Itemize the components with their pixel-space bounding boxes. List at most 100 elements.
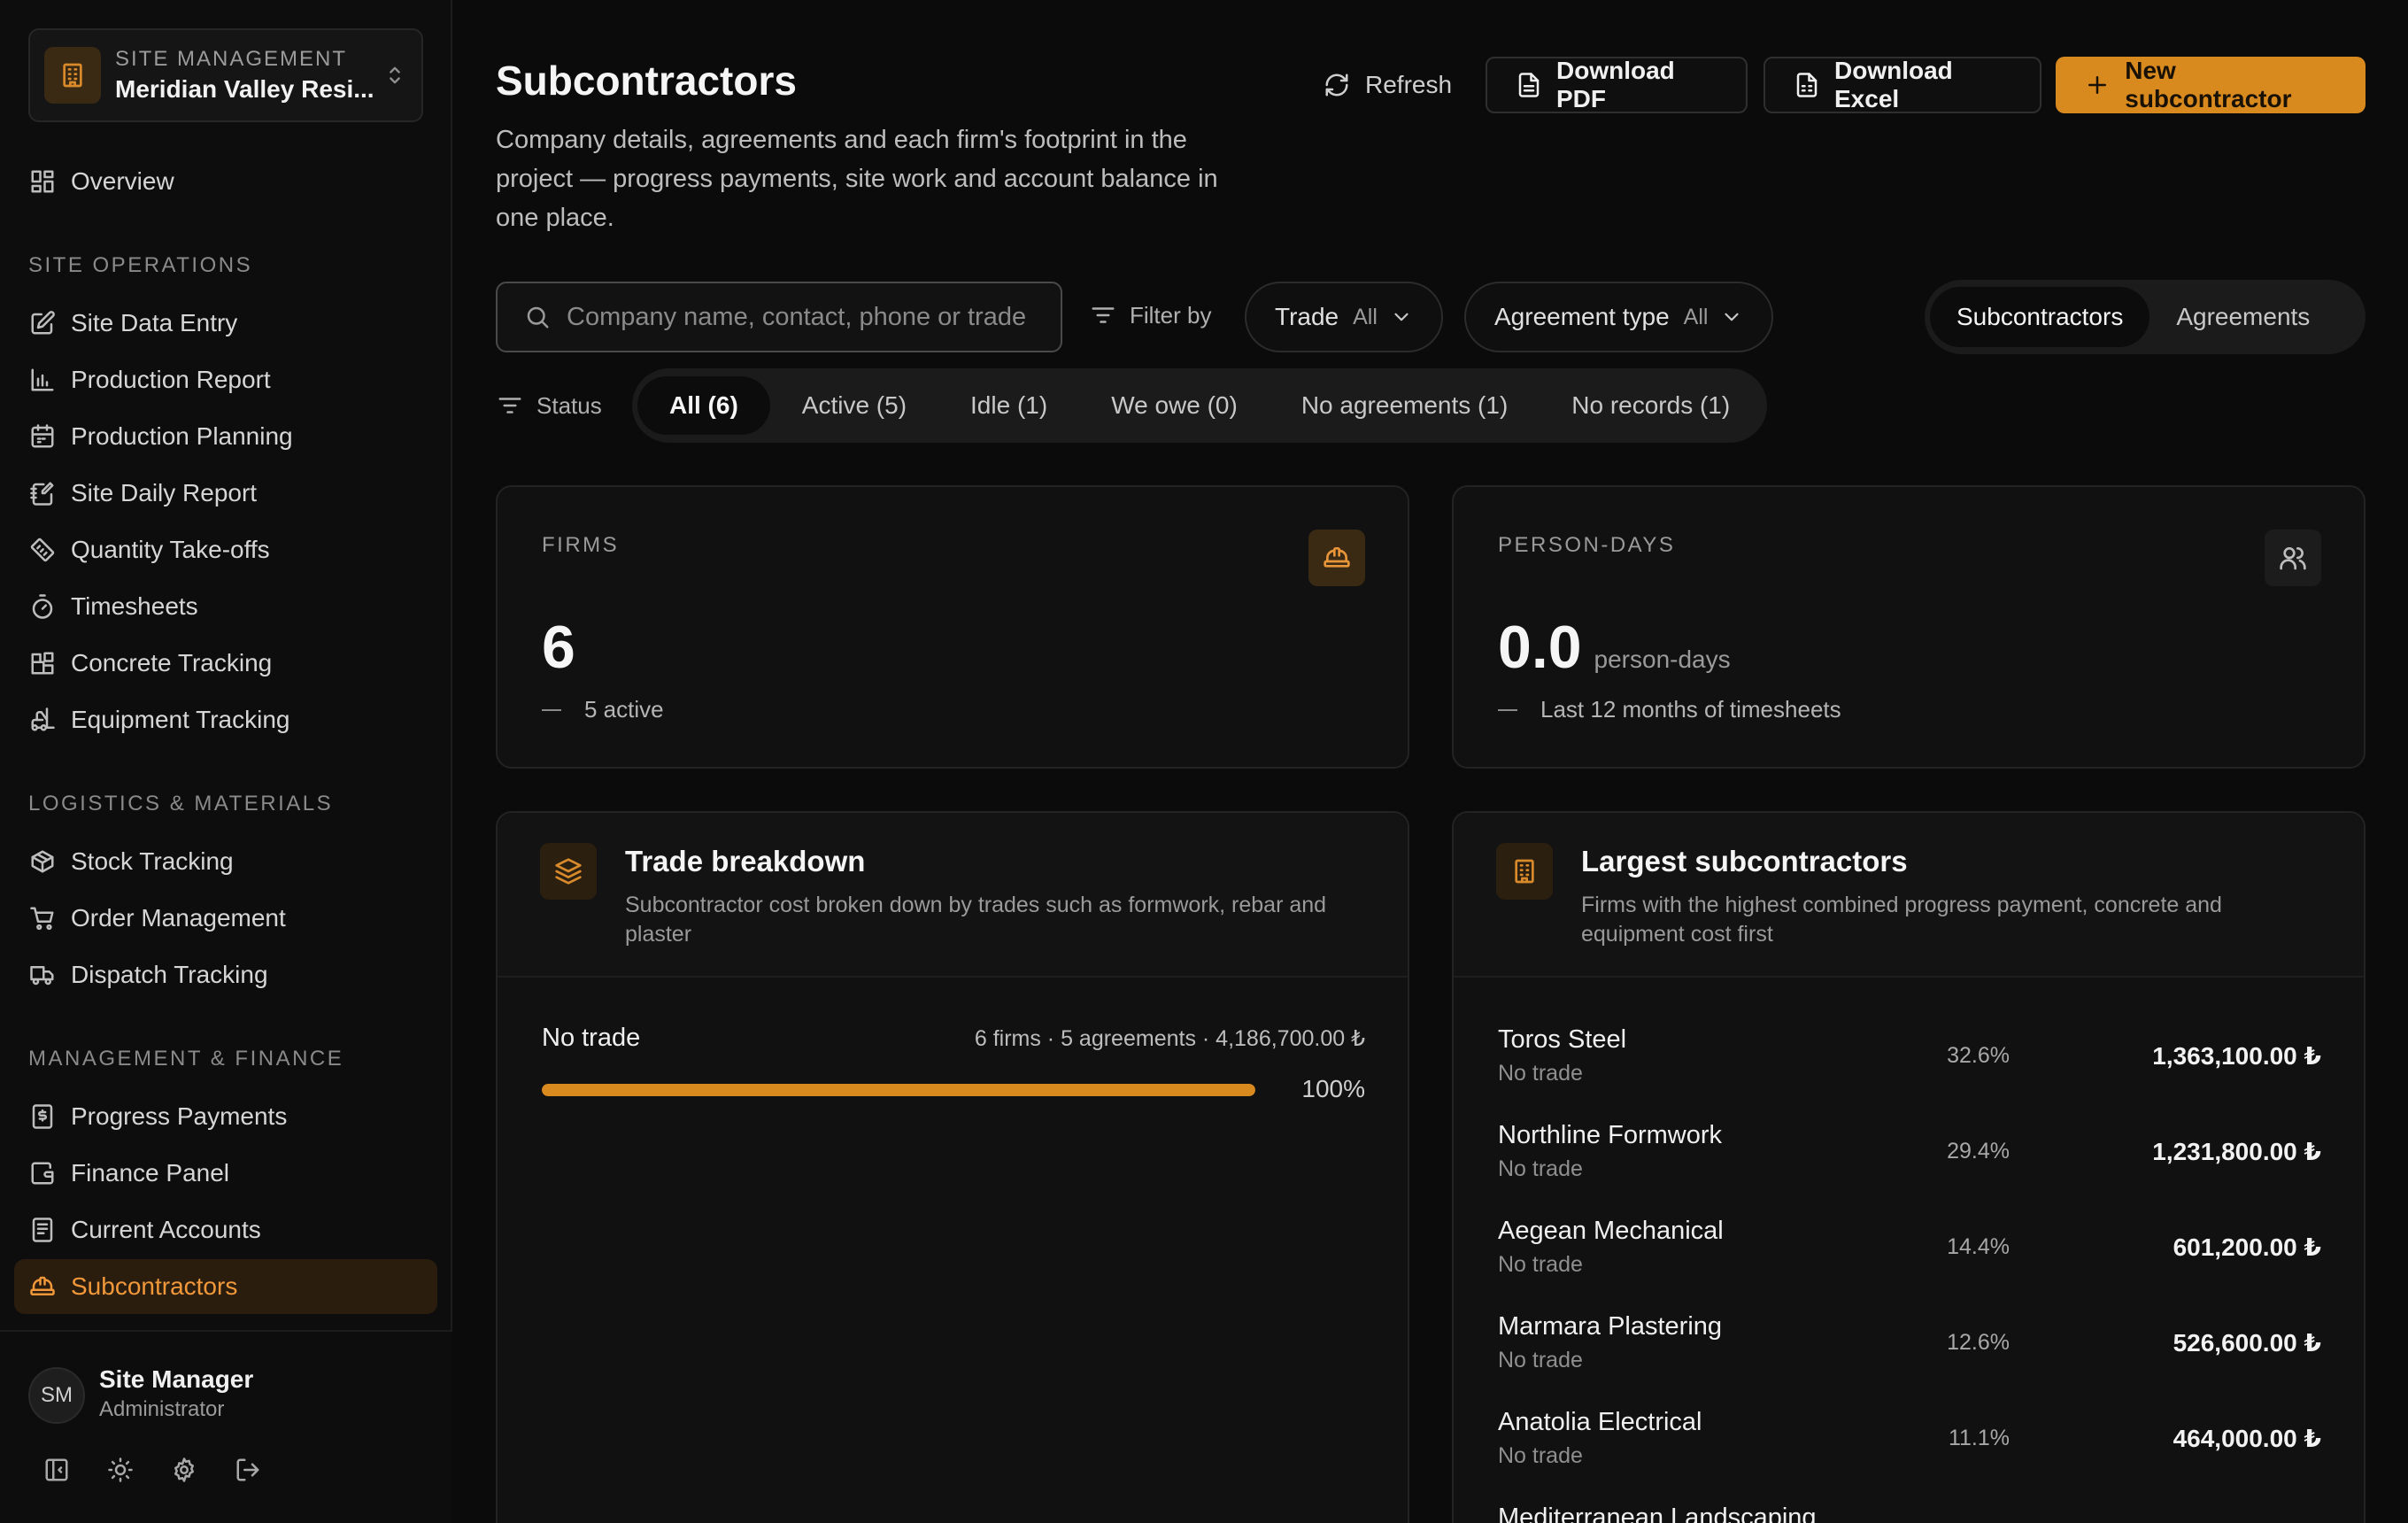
nav-label: Current Accounts: [71, 1216, 261, 1243]
nav-section-logistics: LOGISTICS & MATERIALS: [28, 792, 334, 816]
search-input[interactable]: [567, 302, 1061, 332]
trade-name: No trade: [542, 1024, 641, 1052]
subcontractor-row[interactable]: Mediterranean Landscaping: [1454, 1504, 2364, 1523]
trade-breakdown-panel: Trade breakdown Subcontractor cost broke…: [496, 811, 1409, 1523]
nav-label: Dispatch Tracking: [71, 961, 268, 988]
view-toggle: Subcontractors Agreements: [1925, 280, 2366, 354]
subcontractor-row[interactable]: Aegean Mechanical No trade 14.4% 601,200…: [1454, 1217, 2364, 1312]
nav-label: Equipment Tracking: [71, 706, 290, 733]
status-chip-all[interactable]: All (6): [637, 376, 770, 435]
theme-sun-icon[interactable]: [104, 1454, 136, 1486]
panel-header: Trade breakdown Subcontractor cost broke…: [498, 813, 1408, 978]
nav-order-management[interactable]: Order Management: [14, 891, 437, 946]
agreement-type-filter-value: All: [1683, 304, 1709, 329]
download-excel-button[interactable]: Download Excel: [1764, 57, 2041, 113]
building-icon: [1496, 843, 1553, 900]
view-tab-agreements[interactable]: Agreements: [2149, 287, 2336, 347]
nav-production-planning[interactable]: Production Planning: [14, 409, 437, 464]
blocks-icon: [28, 649, 57, 677]
refresh-button[interactable]: Refresh: [1294, 57, 1480, 113]
ruler-icon: [28, 536, 57, 564]
trade-meta: 6 firms · 5 agreements · 4,186,700.00 ₺: [974, 1026, 1365, 1051]
panel-subtitle: Firms with the highest combined progress…: [1581, 893, 2222, 947]
agreement-type-filter-select[interactable]: Agreement type All: [1464, 282, 1774, 352]
notebook-pen-icon: [28, 479, 57, 507]
subcontractor-amount: 1,231,800.00 ₺: [2152, 1138, 2321, 1165]
refresh-label: Refresh: [1365, 71, 1453, 98]
nav-quantity-take-offs[interactable]: Quantity Take-offs: [14, 522, 437, 577]
nav-concrete-tracking[interactable]: Concrete Tracking: [14, 636, 437, 691]
nav-overview[interactable]: Overview: [14, 154, 437, 209]
view-tab-subcontractors[interactable]: Subcontractors: [1930, 287, 2150, 347]
nav-site-data-entry[interactable]: Site Data Entry: [14, 296, 437, 351]
subcontractor-row[interactable]: Marmara Plastering No trade 12.6% 526,60…: [1454, 1312, 2364, 1408]
status-chip-no-agreements[interactable]: No agreements (1): [1270, 376, 1540, 435]
hard-hat-icon: [1308, 530, 1365, 586]
bar-chart-icon: [28, 366, 57, 394]
nav-dispatch-tracking[interactable]: Dispatch Tracking: [14, 947, 437, 1002]
collapse-sidebar-icon[interactable]: [41, 1454, 73, 1486]
nav-progress-payments[interactable]: Progress Payments: [14, 1089, 437, 1144]
nav-section-site-operations: SITE OPERATIONS: [28, 253, 253, 277]
panel-title: Largest subcontractors: [1581, 845, 1908, 877]
hard-hat-icon: [28, 1272, 57, 1301]
timer-icon: [28, 592, 57, 621]
status-chip-no-records[interactable]: No records (1): [1540, 376, 1762, 435]
new-subcontractor-label: New subcontractor: [2125, 57, 2292, 112]
filter-lines-icon: [1089, 301, 1117, 329]
dashboard-icon: [28, 167, 57, 196]
nav-section-management: MANAGEMENT & FINANCE: [28, 1047, 344, 1071]
chevron-down-icon: [1720, 305, 1743, 329]
nav-label: Finance Panel: [71, 1159, 230, 1187]
nav-current-accounts[interactable]: Current Accounts: [14, 1202, 437, 1257]
site-switcher[interactable]: SITE MANAGEMENT Meridian Valley Resi...: [28, 28, 423, 122]
chevron-down-icon: [1390, 305, 1413, 329]
nav-label: Timesheets: [71, 592, 198, 620]
nav-production-report[interactable]: Production Report: [14, 352, 437, 407]
status-chip-active[interactable]: Active (5): [770, 376, 938, 435]
kpi-caption: FIRMS: [542, 533, 620, 557]
subcontractor-share: 12.6%: [1947, 1330, 2010, 1355]
layers-icon: [540, 843, 597, 900]
panel-subtitle: Subcontractor cost broken down by trades…: [625, 893, 1327, 947]
nav-subcontractors[interactable]: Subcontractors: [14, 1259, 437, 1314]
nav-timesheets[interactable]: Timesheets: [14, 579, 437, 634]
status-chip-idle[interactable]: Idle (1): [938, 376, 1079, 435]
filter-lines-icon: [496, 391, 524, 420]
panel-title: Trade breakdown: [625, 845, 866, 877]
nav-site-daily-report[interactable]: Site Daily Report: [14, 466, 437, 521]
subcontractor-share: 32.6%: [1947, 1043, 2010, 1068]
nav-stock-tracking[interactable]: Stock Tracking: [14, 834, 437, 889]
logout-icon[interactable]: [232, 1454, 264, 1486]
subcontractor-row[interactable]: Northline Formwork No trade 29.4% 1,231,…: [1454, 1121, 2364, 1217]
search-icon: [524, 304, 551, 330]
subcontractor-share: 29.4%: [1947, 1139, 2010, 1164]
plus-icon: [2084, 71, 2111, 99]
forklift-icon: [28, 706, 57, 734]
kpi-sub-label: Last 12 months of timesheets: [1540, 696, 1841, 723]
nav-label: Concrete Tracking: [71, 649, 273, 676]
firms-kpi-card: FIRMS 6 5 active: [496, 485, 1409, 769]
nav-finance-panel[interactable]: Finance Panel: [14, 1146, 437, 1201]
subcontractor-row[interactable]: Anatolia Electrical No trade 11.1% 464,0…: [1454, 1408, 2364, 1504]
download-pdf-button[interactable]: Download PDF: [1486, 57, 1748, 113]
building-icon: [44, 47, 101, 104]
nav-label: Quantity Take-offs: [71, 536, 270, 563]
subcontractor-name: Aegean Mechanical: [1498, 1217, 1724, 1245]
chevron-up-down-icon: [382, 63, 407, 88]
filter-by-label: Filter by: [1089, 301, 1211, 329]
subcontractor-amount: 464,000.00 ₺: [2173, 1425, 2321, 1452]
panel-header: Largest subcontractors Firms with the hi…: [1454, 813, 2364, 978]
trade-filter-select[interactable]: Trade All: [1245, 282, 1443, 352]
subcontractor-share: 14.4%: [1947, 1234, 2010, 1259]
subcontractor-trade: No trade: [1498, 1061, 1583, 1086]
download-excel-label: Download Excel: [1834, 57, 1953, 112]
new-subcontractor-button[interactable]: New subcontractor: [2056, 57, 2366, 113]
settings-gear-icon[interactable]: [168, 1454, 200, 1486]
status-chip-we-owe[interactable]: We owe (0): [1079, 376, 1270, 435]
subcontractor-row[interactable]: Toros Steel No trade 32.6% 1,363,100.00 …: [1454, 1025, 2364, 1121]
nav-equipment-tracking[interactable]: Equipment Tracking: [14, 692, 437, 747]
avatar[interactable]: SM: [28, 1367, 85, 1424]
nav-label: Production Planning: [71, 422, 293, 450]
subcontractor-trade: No trade: [1498, 1156, 1583, 1181]
